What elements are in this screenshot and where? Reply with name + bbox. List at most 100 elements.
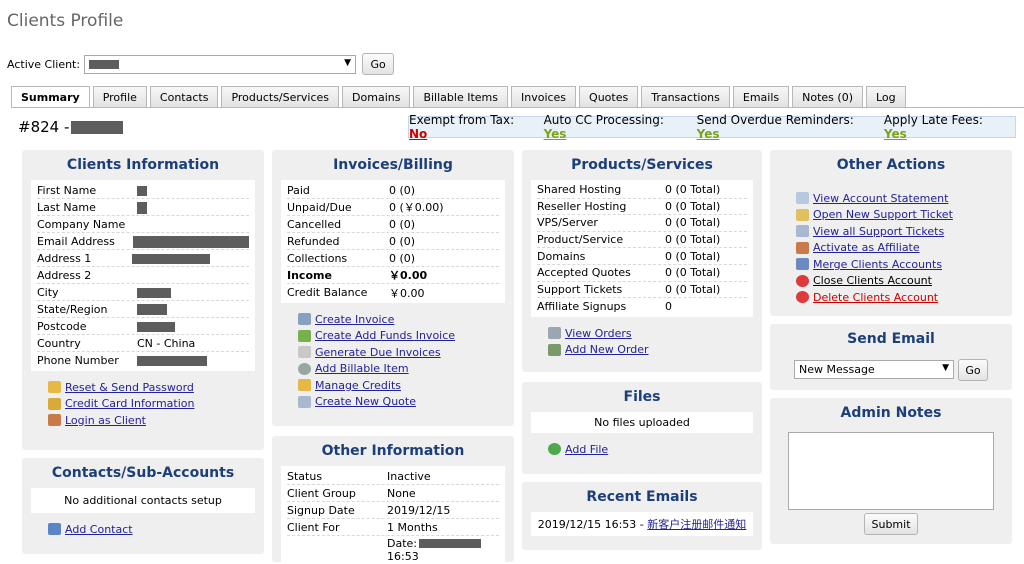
table-row: Status Inactive [287, 468, 499, 485]
table-row: Product/Service 0 (0 Total) [537, 232, 747, 249]
table-row: Client Group None [287, 485, 499, 502]
list-item: View Orders [548, 325, 762, 342]
tab-quotes[interactable]: Quotes [579, 86, 639, 107]
row-value [137, 354, 249, 367]
tab-billable-items[interactable]: Billable Items [413, 86, 508, 107]
list-item: Activate as Affiliate [796, 240, 1012, 257]
add-new-order-link[interactable]: Add New Order [565, 343, 649, 356]
tab-transactions[interactable]: Transactions [641, 86, 730, 107]
add-billable-item-link[interactable]: Add Billable Item [315, 362, 409, 375]
row-value: 0 (0 Total) [665, 266, 721, 280]
user-icon [48, 414, 61, 427]
create-new-quote-link[interactable]: Create New Quote [315, 395, 416, 408]
view-account-statement-link[interactable]: View Account Statement [813, 192, 948, 205]
active-client-select[interactable]: ▼ [84, 54, 357, 74]
list-item: Reset & Send Password [48, 379, 264, 396]
row-label: Last Name [37, 200, 96, 214]
row-value: ￥0.00 [389, 269, 428, 282]
row-label: City [37, 285, 59, 299]
add-file-link[interactable]: Add File [565, 443, 608, 456]
table-row: First Name [37, 182, 249, 199]
row-label: Paid [287, 183, 310, 197]
email-date: 2019/12/15 16:53 - [537, 518, 644, 531]
close-icon [796, 274, 809, 287]
credit-card-info-link[interactable]: Credit Card Information [65, 397, 194, 410]
client-tabs: Summary Profile Contacts Products/Servic… [11, 86, 906, 108]
late-fee-value-link[interactable]: Yes [884, 127, 907, 141]
reset-password-link[interactable]: Reset & Send Password [65, 381, 194, 394]
row-value: 0 (0) [389, 217, 416, 231]
dropdown-arrow-icon: ▼ [942, 363, 949, 373]
row-value [137, 286, 249, 299]
table-row: Credit Balance ￥0.00 [287, 284, 499, 301]
key-icon [48, 381, 61, 394]
send-email-go-button[interactable]: Go [958, 359, 988, 381]
tab-emails[interactable]: Emails [732, 86, 790, 107]
late-fee-label: Apply Late Fees: [883, 113, 983, 127]
open-support-ticket-link[interactable]: Open New Support Ticket [813, 208, 953, 221]
generate-due-invoices-link[interactable]: Generate Due Invoices [315, 346, 441, 359]
delete-account-link[interactable]: Delete Clients Account [813, 291, 938, 304]
tab-profile[interactable]: Profile [92, 86, 147, 107]
cart-icon [548, 327, 561, 339]
table-row: Cancelled 0 (0) [287, 216, 499, 233]
row-label: First Name [37, 183, 97, 197]
other-actions-title: Other Actions [836, 157, 946, 173]
ticket-icon [796, 208, 809, 221]
row-label: Product/Service [537, 233, 624, 247]
view-orders-link[interactable]: View Orders [565, 327, 632, 340]
create-add-funds-invoice-link[interactable]: Create Add Funds Invoice [315, 329, 455, 342]
table-row: Country CN - China [37, 335, 249, 352]
tab-domains[interactable]: Domains [342, 86, 411, 107]
create-invoice-link[interactable]: Create Invoice [315, 313, 394, 326]
manage-credits-link[interactable]: Manage Credits [315, 379, 401, 392]
admin-notes-submit-button[interactable]: Submit [864, 513, 918, 535]
table-row: Last Name [37, 199, 249, 216]
list-item: Create Add Funds Invoice [298, 328, 514, 345]
add-funds-icon [298, 329, 311, 342]
contacts-empty-box: No additional contacts setup [31, 488, 255, 513]
email-subject-link[interactable]: 新客户注册邮件通知 [647, 518, 746, 531]
table-row: Collections 0 (0) [287, 250, 499, 267]
view-support-tickets-link[interactable]: View all Support Tickets [813, 225, 944, 238]
tab-summary[interactable]: Summary [11, 86, 90, 108]
activate-affiliate-link[interactable]: Activate as Affiliate [813, 241, 920, 254]
row-value: 0 (0 Total) [665, 183, 721, 197]
cart-add-icon [548, 343, 561, 356]
active-client-row: Active Client: ▼ Go [7, 53, 395, 75]
table-row: 16:53 [287, 550, 499, 563]
table-row: Affiliate Signups 0 [537, 298, 747, 315]
row-value [133, 235, 249, 248]
cc-value-link[interactable]: Yes [544, 127, 567, 141]
merge-clients-link[interactable]: Merge Clients Accounts [813, 258, 942, 271]
invoices-billing-panel: Invoices/Billing Paid 0 (0) Unpaid/Due 0 (… [272, 150, 514, 426]
row-label: Refunded [287, 234, 340, 248]
tab-contacts[interactable]: Contacts [149, 86, 219, 107]
table-row: Support Tickets 0 (0 Total) [537, 282, 747, 299]
products-services-links: View Orders Add New Order [522, 317, 762, 358]
tickets-icon [796, 225, 809, 238]
row-label: Company Name [37, 217, 126, 231]
row-label: Income [287, 268, 332, 282]
row-label: Collections [287, 251, 348, 265]
list-item: View all Support Tickets [796, 223, 1012, 240]
email-template-select[interactable]: New Message ▼ [794, 360, 954, 379]
admin-notes-textarea[interactable] [788, 432, 994, 510]
row-label: Address 1 [37, 251, 92, 265]
tab-products-services[interactable]: Products/Services [221, 86, 340, 107]
active-client-go-button[interactable]: Go [362, 53, 395, 75]
login-as-client-link[interactable]: Login as Client [65, 414, 146, 427]
table-row: Income ￥0.00 [287, 267, 499, 284]
tab-invoices[interactable]: Invoices [510, 86, 577, 107]
dropdown-arrow-icon: ▼ [344, 57, 352, 68]
tab-log[interactable]: Log [866, 86, 906, 107]
list-item: Login as Client [48, 412, 264, 429]
add-contact-link[interactable]: Add Contact [65, 523, 133, 536]
overdue-value-link[interactable]: Yes [697, 127, 720, 141]
row-value [137, 201, 249, 214]
row-label: Country [37, 336, 81, 350]
tax-value-link[interactable]: No [409, 127, 427, 141]
tab-notes[interactable]: Notes (0) [792, 86, 863, 107]
close-account-link[interactable]: Close Clients Account [813, 274, 932, 287]
table-row: State/Region [37, 301, 249, 318]
